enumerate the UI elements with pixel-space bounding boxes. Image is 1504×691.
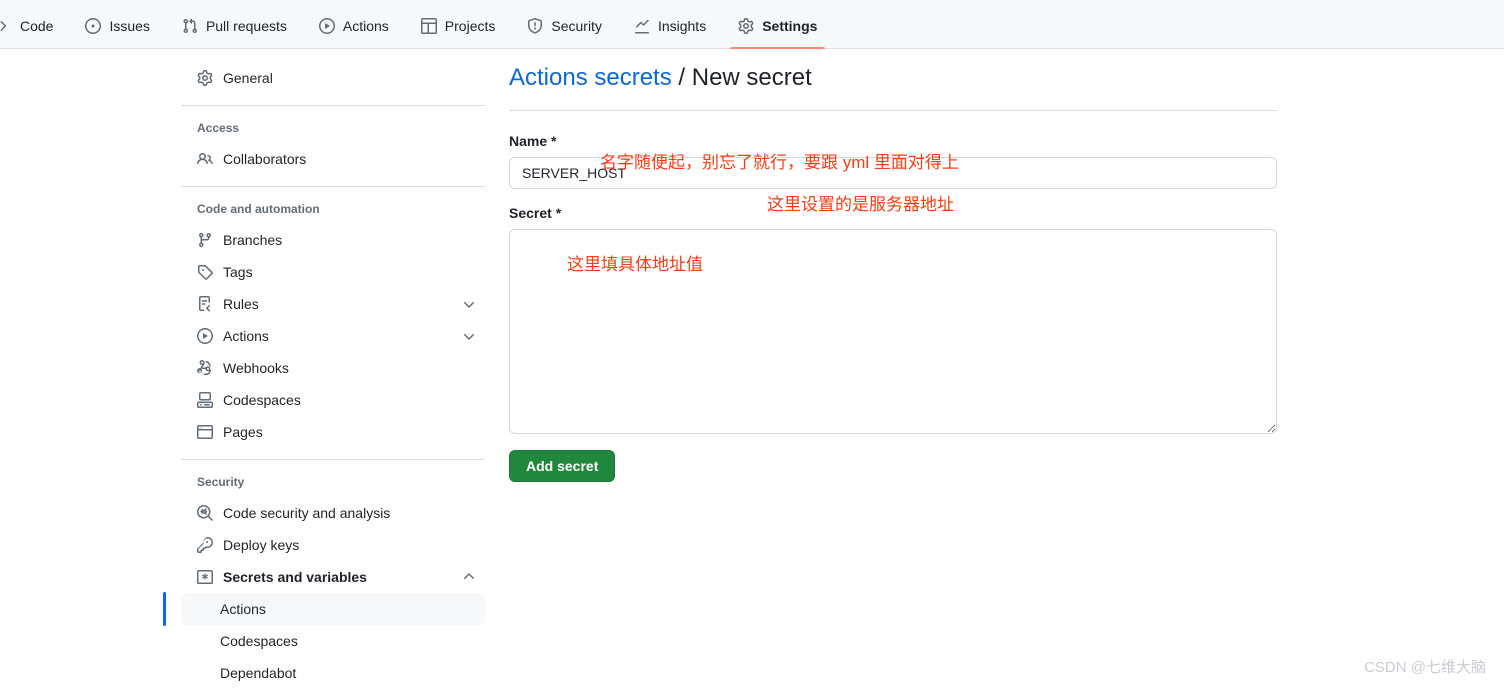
sidebar-item-label: Actions — [223, 328, 269, 344]
sidebar-item-actions[interactable]: Actions — [181, 320, 485, 352]
name-field-label: Name * — [509, 133, 557, 149]
sidebar-divider — [181, 186, 485, 187]
play-circle-icon — [318, 17, 335, 34]
csdn-watermark: CSDN @七维大脑 — [1364, 659, 1486, 676]
sidebar-item-label: Pages — [223, 424, 263, 440]
repo-nav-item-label: Pull requests — [205, 17, 287, 34]
code-chevron-icon — [0, 18, 12, 34]
sidebar-item-codespaces[interactable]: Codespaces — [181, 384, 485, 416]
sidebar-subitem-actions[interactable]: Actions — [163, 592, 485, 626]
repo-nav-item-label: Projects — [444, 17, 496, 34]
repo-nav-item-settings[interactable]: Settings — [722, 2, 833, 49]
sidebar-divider — [181, 105, 485, 106]
sidebar-item-label: Secrets and variables — [223, 569, 367, 585]
table-icon — [420, 17, 437, 34]
breadcrumb-current: New secret — [691, 64, 812, 91]
gear-icon — [738, 17, 754, 34]
play-circle-icon — [197, 328, 213, 344]
repo-nav-item-label: Actions — [342, 17, 389, 34]
repo-nav-list: Code Issues Pull requests Actions Projec — [0, 0, 1504, 49]
add-secret-button[interactable]: Add secret — [509, 450, 616, 482]
asterisk-box-icon — [197, 569, 213, 585]
issue-opened-icon — [85, 17, 102, 34]
repo-nav-item-projects[interactable]: Projects — [405, 2, 512, 49]
sidebar-item-label: Codespaces — [223, 392, 301, 408]
sidebar-item-branches[interactable]: Branches — [181, 224, 485, 256]
chevron-up-icon[interactable] — [461, 569, 477, 585]
sidebar-item-code-security-and-analysis[interactable]: Code security and analysis — [181, 497, 485, 529]
repo-nav-item-insights[interactable]: Insights — [618, 2, 722, 49]
sidebar-item-pages[interactable]: Pages — [181, 416, 485, 448]
sidebar-item-label: Deploy keys — [223, 537, 300, 553]
sidebar-item-webhooks[interactable]: Webhooks — [181, 352, 485, 384]
sidebar-item-secrets-and-variables[interactable]: Secrets and variables — [181, 561, 485, 593]
sidebar-item-rules[interactable]: Rules — [181, 288, 485, 320]
breadcrumb-link-actions-secrets[interactable]: Actions secrets — [509, 64, 672, 91]
page-title-breadcrumb: Actions secrets / New secret — [509, 62, 1277, 111]
sidebar-subitem-codespaces[interactable]: Codespaces — [181, 625, 485, 657]
repo-nav-item-label: Security — [551, 17, 602, 34]
sidebar-group-title-access: Access — [197, 121, 240, 135]
browser-icon — [197, 424, 213, 440]
repo-nav-item-label: Issues — [109, 17, 150, 34]
sidebar-divider — [181, 459, 485, 460]
repo-nav-item-label: Code — [20, 17, 54, 34]
sidebar-item-collaborators[interactable]: Collaborators — [181, 143, 485, 175]
codescan-icon — [197, 505, 213, 521]
sidebar-item-general[interactable]: General — [181, 62, 485, 94]
rules-icon — [197, 296, 213, 312]
gear-icon — [197, 70, 213, 86]
sidebar-group-title-code-and-automation: Code and automation — [197, 202, 320, 216]
sidebar-item-label: Rules — [223, 296, 259, 312]
git-branch-icon — [197, 232, 213, 248]
main-content: Actions secrets / New secret Name * Secr… — [509, 62, 1277, 482]
sidebar-item-label: Tags — [223, 264, 253, 280]
graph-icon — [634, 18, 650, 34]
repo-nav-item-label: Settings — [762, 17, 818, 34]
repo-nav-item-code[interactable]: Code — [0, 2, 69, 49]
sidebar-group-title-security: Security — [197, 475, 245, 489]
sidebar-subitem-label: Codespaces — [220, 633, 298, 649]
breadcrumb-separator: / — [671, 64, 692, 91]
settings-sidebar: General Access Collaborators Code and au… — [163, 62, 485, 689]
key-icon — [197, 537, 213, 553]
repo-nav-item-actions[interactable]: Actions — [303, 2, 405, 49]
repo-nav-item-pull-requests[interactable]: Pull requests — [166, 2, 303, 49]
repo-nav-item-label: Insights — [657, 17, 707, 34]
sidebar-item-tags[interactable]: Tags — [181, 256, 485, 288]
sidebar-item-label: Collaborators — [223, 151, 307, 167]
chevron-down-icon[interactable] — [461, 328, 477, 344]
sidebar-item-label: General — [223, 70, 273, 86]
sidebar-item-label: Branches — [223, 232, 283, 248]
git-pull-request-icon — [182, 18, 198, 34]
sidebar-subitem-label: Dependabot — [220, 665, 297, 681]
sidebar-subitem-dependabot[interactable]: Dependabot — [181, 657, 485, 689]
sidebar-item-deploy-keys[interactable]: Deploy keys — [181, 529, 485, 561]
sidebar-item-label: Webhooks — [223, 360, 289, 376]
codespaces-icon — [197, 392, 213, 408]
repo-navigation-bar: Code Issues Pull requests Actions Projec — [0, 0, 1504, 49]
sidebar-subitem-label: Actions — [220, 601, 266, 617]
tag-icon — [197, 264, 213, 280]
secret-value-textarea[interactable] — [509, 229, 1277, 434]
secret-field-label: Secret * — [509, 205, 562, 221]
webhook-icon — [197, 360, 213, 376]
shield-icon — [527, 17, 543, 34]
chevron-down-icon[interactable] — [461, 296, 477, 312]
secret-name-input[interactable] — [509, 157, 1277, 189]
repo-nav-item-security[interactable]: Security — [511, 2, 618, 49]
repo-nav-item-issues[interactable]: Issues — [69, 2, 165, 49]
people-icon — [197, 151, 213, 167]
sidebar-item-label: Code security and analysis — [223, 505, 391, 521]
